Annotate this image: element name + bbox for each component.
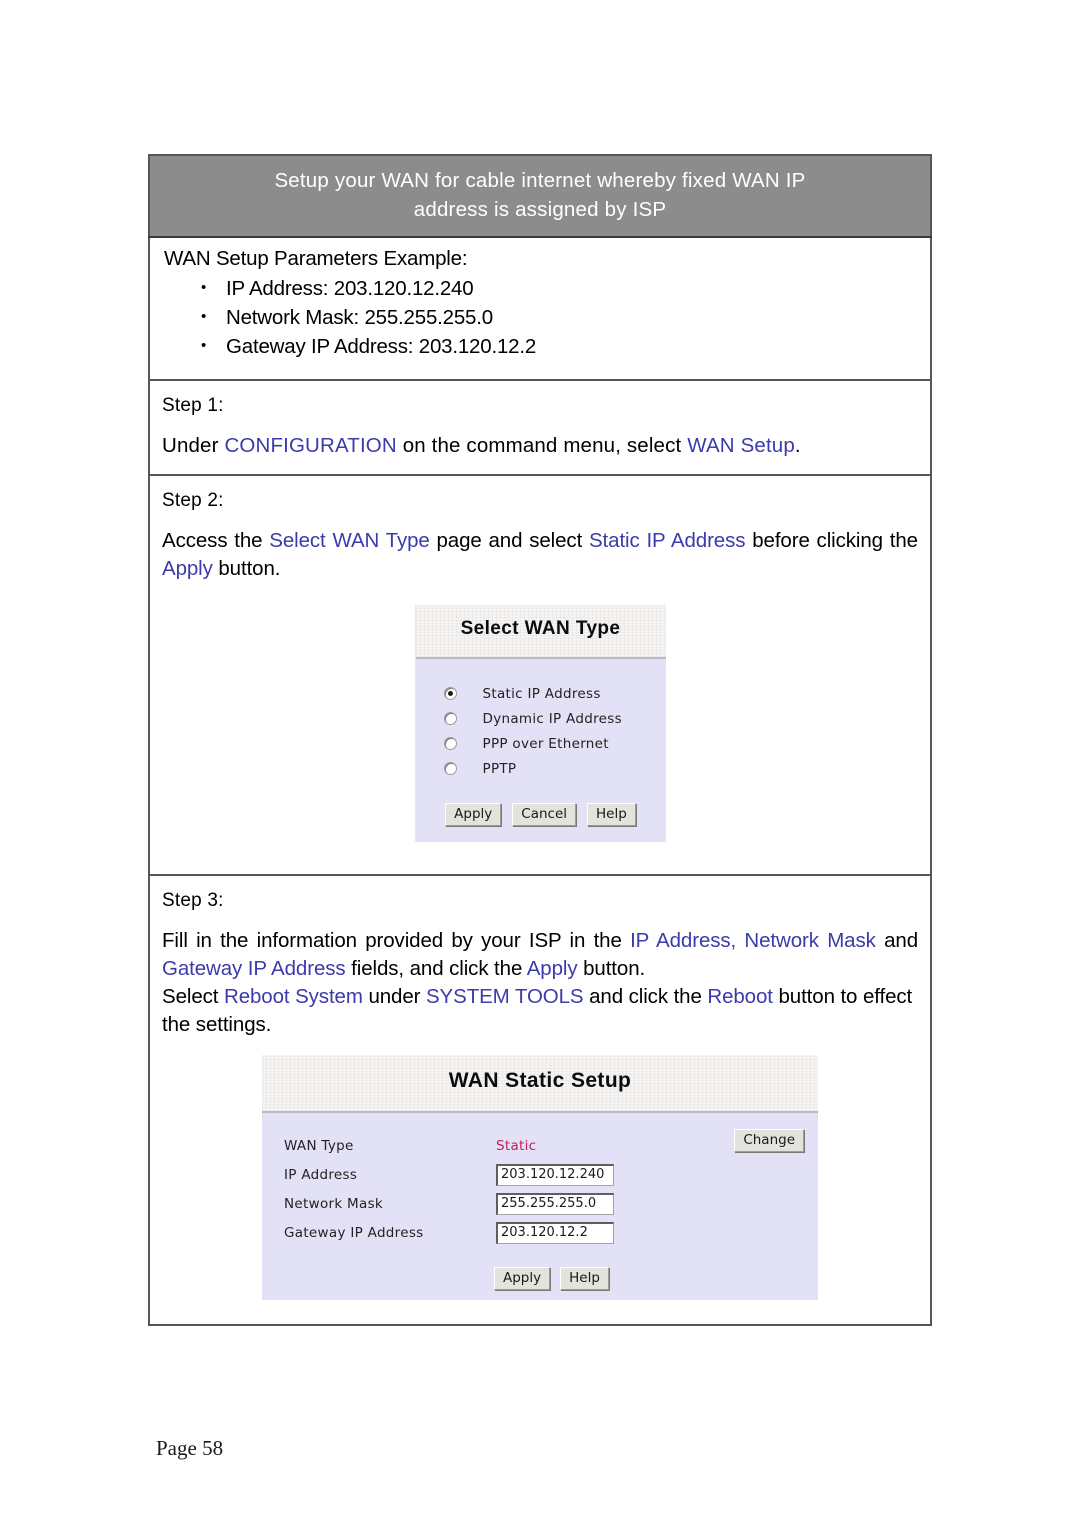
- radio-icon[interactable]: [443, 687, 457, 700]
- step-3-row: Step 3: Fill in the information provided…: [149, 875, 931, 1325]
- dialog-button-row: Apply Cancel Help: [416, 803, 666, 826]
- link-apply[interactable]: Apply: [527, 957, 578, 980]
- banner-line-1: Setup your WAN for cable internet whereb…: [274, 169, 806, 192]
- step-2-body: Access the Select WAN Type page and sele…: [162, 527, 918, 583]
- form-label: WAN Type: [284, 1137, 354, 1154]
- list-item: Gateway IP Address: 203.120.12.2: [164, 331, 916, 361]
- radio-icon[interactable]: [443, 712, 457, 725]
- select-wan-type-screenshot-wrap: Select WAN Type Static IP Address Dynami…: [162, 605, 918, 842]
- dialog-title: WAN Static Setup: [448, 1069, 632, 1092]
- parameters-title: WAN Setup Parameters Example:: [164, 247, 468, 270]
- step-2-text-d: button.: [212, 557, 281, 580]
- help-button[interactable]: Help: [560, 1267, 609, 1290]
- form-label: IP Address: [284, 1166, 358, 1183]
- step-1-body: Under CONFIGURATION on the command menu,…: [162, 432, 918, 460]
- step-1-cell: Step 1: Under CONFIGURATION on the comma…: [149, 380, 931, 475]
- link-select-wan-type[interactable]: Select WAN Type: [269, 529, 430, 552]
- step-3-text-f: under: [362, 985, 426, 1008]
- list-item: Network Mask: 255.255.255.0: [164, 302, 916, 332]
- form-label: Gateway IP Address: [284, 1224, 424, 1241]
- dialog-title: Select WAN Type: [460, 618, 621, 639]
- network-mask-input[interactable]: [496, 1192, 614, 1215]
- link-wan-setup[interactable]: WAN Setup: [687, 434, 795, 457]
- apply-button[interactable]: Apply: [494, 1267, 551, 1290]
- radio-icon[interactable]: [443, 762, 457, 775]
- cancel-button[interactable]: Cancel: [512, 803, 577, 826]
- step-1-text-c: .: [794, 434, 801, 457]
- radio-option-pptp[interactable]: PPTP: [416, 756, 666, 781]
- radio-icon[interactable]: [443, 737, 457, 750]
- form-row-ip-address: IP Address: [262, 1160, 818, 1189]
- radio-option-static-ip-address[interactable]: Static IP Address: [416, 681, 666, 706]
- change-button[interactable]: Change: [734, 1129, 804, 1152]
- parameters-cell: WAN Setup Parameters Example: IP Address…: [149, 237, 931, 380]
- step-3-text-d: button.: [577, 957, 646, 980]
- step-3-text-c: fields, and click the: [345, 957, 527, 980]
- step-3-label: Step 3:: [162, 890, 224, 911]
- step-1-text-b: on the command menu, select: [396, 434, 688, 457]
- step-3-text-a: Fill in the information provided by your…: [162, 929, 631, 952]
- radio-label: PPTP: [482, 760, 517, 777]
- link-gateway-ip-address[interactable]: Gateway IP Address: [162, 957, 346, 980]
- step-3-body: Fill in the information provided by your…: [162, 927, 918, 983]
- link-ip-address-network-mask[interactable]: IP Address, Network Mask: [630, 929, 876, 952]
- ip-address-input[interactable]: [496, 1163, 614, 1186]
- help-button[interactable]: Help: [587, 803, 636, 826]
- form-row-gateway-ip-address: Gateway IP Address: [262, 1218, 818, 1247]
- radio-option-ppp-over-ethernet[interactable]: PPP over Ethernet: [416, 731, 666, 756]
- step-1-label: Step 1:: [162, 395, 224, 416]
- link-reboot[interactable]: Reboot: [707, 985, 773, 1008]
- link-apply[interactable]: Apply: [162, 557, 213, 580]
- dialog-title-bar: Select WAN Type: [415, 605, 666, 659]
- banner-header: Setup your WAN for cable internet whereb…: [149, 155, 931, 238]
- form-row-network-mask: Network Mask: [262, 1189, 818, 1218]
- parameters-list: IP Address: 203.120.12.240 Network Mask:…: [164, 273, 916, 361]
- dialog-button-row: Apply Help: [262, 1267, 818, 1290]
- step-3-text-b: and: [875, 929, 918, 952]
- gateway-ip-address-input[interactable]: [496, 1221, 614, 1244]
- step-3-text-e: Select: [162, 985, 224, 1008]
- wan-static-setup-dialog: WAN Static Setup Change WAN Type Static …: [262, 1055, 818, 1300]
- step-2-text-b: page and select: [429, 529, 589, 552]
- step-1-row: Step 1: Under CONFIGURATION on the comma…: [149, 380, 931, 475]
- step-3-body-2: Select Reboot System under SYSTEM TOOLS …: [162, 983, 918, 1039]
- link-system-tools[interactable]: SYSTEM TOOLS: [426, 985, 584, 1008]
- list-item: IP Address: 203.120.12.240: [164, 273, 916, 303]
- radio-label: PPP over Ethernet: [482, 735, 609, 752]
- dialog-body: Static IP Address Dynamic IP Address PPP…: [415, 659, 666, 842]
- apply-button[interactable]: Apply: [445, 803, 502, 826]
- dialog-title-bar: WAN Static Setup: [262, 1055, 818, 1113]
- radio-label: Static IP Address: [482, 685, 601, 702]
- step-2-label: Step 2:: [162, 490, 224, 511]
- parameters-row: WAN Setup Parameters Example: IP Address…: [149, 237, 931, 380]
- link-static-ip-address[interactable]: Static IP Address: [589, 529, 746, 552]
- select-wan-type-dialog: Select WAN Type Static IP Address Dynami…: [414, 605, 666, 842]
- radio-option-dynamic-ip-address[interactable]: Dynamic IP Address: [416, 706, 666, 731]
- dialog-body: Change WAN Type Static IP Address Networ…: [262, 1113, 818, 1300]
- banner-line-2: address is assigned by ISP: [413, 198, 667, 221]
- step-2-cell: Step 2: Access the Select WAN Type page …: [149, 475, 931, 875]
- page-number: Page 58: [156, 1436, 224, 1460]
- radio-label: Dynamic IP Address: [482, 710, 622, 727]
- wan-type-value: Static: [496, 1137, 537, 1154]
- step-1-text-a: Under: [162, 434, 225, 457]
- step-2-text-a: Access the: [162, 529, 270, 552]
- wan-setup-instructions-table: Setup your WAN for cable internet whereb…: [148, 154, 932, 1326]
- step-2-text-c: before clicking the: [745, 529, 918, 552]
- wan-static-setup-screenshot-wrap: WAN Static Setup Change WAN Type Static …: [162, 1055, 918, 1300]
- form-label: Network Mask: [284, 1195, 384, 1212]
- step-2-row: Step 2: Access the Select WAN Type page …: [149, 475, 931, 875]
- step-3-text-g: and click the: [583, 985, 708, 1008]
- link-reboot-system[interactable]: Reboot System: [224, 985, 363, 1008]
- banner-row: Setup your WAN for cable internet whereb…: [149, 155, 931, 238]
- link-configuration[interactable]: CONFIGURATION: [224, 434, 396, 457]
- step-3-cell: Step 3: Fill in the information provided…: [149, 875, 931, 1325]
